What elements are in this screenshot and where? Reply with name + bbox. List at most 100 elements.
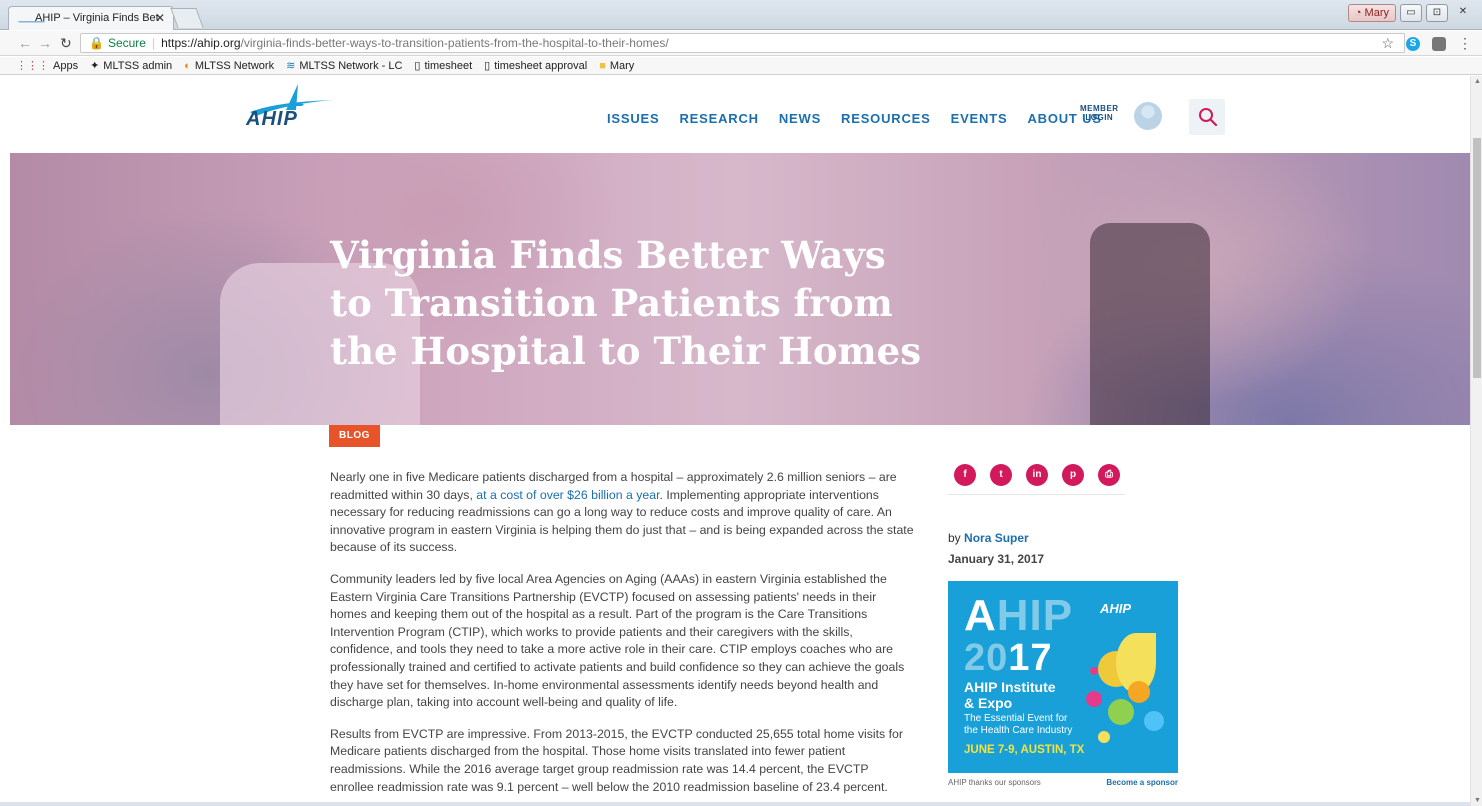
- cost-link[interactable]: at a cost of over $26 billion a year: [476, 488, 659, 502]
- hero-banner: Virginia Finds Better Ways to Transition…: [10, 153, 1470, 425]
- article-paragraph: Nearly one in five Medicare patients dis…: [330, 469, 915, 557]
- ad-tagline-line: The Essential Event for: [964, 713, 1068, 724]
- bookmark-mary[interactable]: ■ Mary: [599, 60, 634, 72]
- nav-issues[interactable]: ISSUES: [607, 111, 659, 126]
- page-scrollbar[interactable]: ▲ ▼: [1470, 76, 1482, 806]
- hero-photo-patient: [1090, 223, 1210, 425]
- blog-tag[interactable]: BLOG: [329, 425, 380, 447]
- ahip-favicon-icon: ⸻: [18, 16, 46, 28]
- ad-thanks-text: AHIP thanks our sponsors: [948, 778, 1041, 787]
- back-arrow-icon[interactable]: ←: [18, 35, 32, 51]
- page-bottom-bar: [0, 802, 1470, 806]
- forward-arrow-icon[interactable]: →: [38, 35, 52, 51]
- divider: [948, 494, 1125, 495]
- article-paragraph: Community leaders led by five local Area…: [330, 571, 905, 710]
- become-sponsor-link[interactable]: Become a sponsor: [1106, 778, 1178, 787]
- url-separator: |: [151, 36, 156, 50]
- new-tab-button[interactable]: [170, 8, 204, 28]
- apps-grid-icon: ⋮⋮⋮: [16, 60, 49, 72]
- window-controls: ◔ Mary ▭ ⊡ ✕: [1347, 4, 1474, 22]
- scroll-up-icon[interactable]: ▲: [1474, 78, 1481, 85]
- ad-decoration: [1144, 711, 1164, 731]
- ad-year-part: 1: [1008, 637, 1031, 679]
- nav-events[interactable]: EVENTS: [951, 111, 1008, 126]
- bookmark-label: timesheet: [424, 59, 473, 72]
- ad-tagline: The Essential Event for the Health Care I…: [964, 713, 1072, 737]
- article-title: Virginia Finds Better Ways to Transition…: [330, 233, 922, 373]
- ahip-logo[interactable]: AHIP: [246, 82, 336, 134]
- bookmark-label: Mary: [609, 59, 635, 72]
- folder-icon: ■: [599, 59, 606, 72]
- print-icon[interactable]: ⎙: [1098, 464, 1120, 486]
- main-nav: ISSUES RESEARCH NEWS RESOURCES EVENTS AB…: [607, 111, 1102, 126]
- facebook-icon[interactable]: f: [954, 464, 976, 486]
- scroll-down-icon[interactable]: ▼: [1474, 797, 1481, 804]
- bookmark-label: Apps: [53, 59, 79, 72]
- ad-dates: JUNE 7-9, AUSTIN, TX: [964, 744, 1085, 756]
- ad-letter: HI: [996, 591, 1043, 640]
- ad-decoration: [1086, 691, 1102, 707]
- browser-tab-bar: ⸻ AHIP – Virginia Finds Bet ✕ ◔ Mary ▭ ⊡…: [0, 0, 1482, 30]
- ad-event-name: AHIP Institute & Expo: [964, 679, 1056, 711]
- bookmark-star-icon[interactable]: ☆: [1381, 35, 1394, 52]
- toolbar-extensions: ☆ S ⋮: [1381, 35, 1472, 52]
- secure-label: Secure: [107, 36, 146, 50]
- pinterest-icon[interactable]: p: [1062, 464, 1084, 486]
- nav-resources[interactable]: RESOURCES: [841, 111, 931, 126]
- scrollbar-thumb[interactable]: [1473, 138, 1481, 378]
- ad-decoration: [1098, 731, 1110, 743]
- bookmark-mltss-network-lc[interactable]: ≋ MLTSS Network - LC: [286, 59, 403, 73]
- bookmarks-bar: ⋮⋮⋮ Apps ✦ MLTSS admin ◐ MLTSS Network ≋ MLT…: [0, 57, 1482, 75]
- window-close-button[interactable]: ✕: [1452, 4, 1474, 22]
- address-bar[interactable]: 🔒 Secure | https://ahip.org/virginia-finds-…: [80, 33, 1405, 53]
- bookmark-mltss-network[interactable]: ◐ MLTSS Network: [184, 60, 274, 72]
- bookmark-mltss-admin[interactable]: ✦ MLTSS admin: [90, 59, 173, 73]
- ad-tagline-line: the Health Care Industry: [964, 725, 1073, 736]
- profile-badge[interactable]: ◔ Mary: [1347, 4, 1396, 22]
- ad-footer: AHIP thanks our sponsors Become a sponso…: [948, 778, 1178, 787]
- reload-icon[interactable]: ↻: [60, 35, 72, 52]
- maximize-button[interactable]: ⊡: [1426, 4, 1448, 22]
- profile-name: Mary: [1364, 7, 1389, 19]
- minimize-button[interactable]: ▭: [1400, 4, 1422, 22]
- byline: by Nora Super January 31, 2017: [948, 528, 1044, 570]
- profile-icon: ◔: [1354, 7, 1362, 19]
- member-login-link[interactable]: MEMBER LOGIN: [1080, 104, 1119, 122]
- browser-tab[interactable]: ⸻ AHIP – Virginia Finds Bet ✕: [8, 6, 174, 30]
- menu-dots-icon[interactable]: ⋮: [1458, 35, 1472, 52]
- by-label: by: [948, 531, 961, 545]
- publish-date: January 31, 2017: [948, 552, 1045, 566]
- nav-research[interactable]: RESEARCH: [679, 111, 758, 126]
- bookmark-timesheet-approval[interactable]: ▯ timesheet approval: [484, 59, 587, 73]
- ahip-2017-ad[interactable]: AHIP AHIP 2017 AHIP Institute & Expo The …: [948, 581, 1178, 773]
- network-icon: ≋: [286, 60, 296, 72]
- twitter-icon[interactable]: t: [990, 464, 1012, 486]
- social-share-bar: f t in p ⎙: [954, 464, 1120, 486]
- lock-icon: 🔒: [89, 36, 104, 50]
- member-line: MEMBER: [1080, 104, 1119, 113]
- nav-news[interactable]: NEWS: [779, 111, 821, 126]
- author-link[interactable]: Nora Super: [964, 531, 1029, 545]
- ad-event-line: AHIP Institute: [964, 679, 1056, 695]
- ad-headline: AHIP: [964, 594, 1073, 638]
- ad-ahip-logo: AHIP: [1100, 601, 1132, 616]
- ad-year-part: 20: [964, 637, 1009, 679]
- ad-decoration: [1108, 699, 1134, 725]
- extension-icon[interactable]: [1432, 36, 1446, 51]
- bookmark-apps[interactable]: ⋮⋮⋮ Apps: [16, 59, 79, 73]
- login-line: LOGIN: [1085, 113, 1114, 122]
- bookmark-timesheet[interactable]: ▯ timesheet: [414, 59, 473, 73]
- bookmark-label: MLTSS Network: [194, 59, 275, 72]
- page-icon: ▯: [414, 60, 421, 72]
- member-avatar-icon[interactable]: [1134, 102, 1162, 130]
- bookmark-label: MLTSS Network - LC: [299, 59, 403, 72]
- logo-text: AHIP: [246, 108, 298, 130]
- browser-toolbar: ← → ↻ 🔒 Secure | https://ahip.org/virginia-…: [0, 31, 1482, 56]
- search-button[interactable]: [1189, 99, 1225, 135]
- skype-icon[interactable]: S: [1406, 36, 1420, 51]
- linkedin-icon[interactable]: in: [1026, 464, 1048, 486]
- tab-close-icon[interactable]: ✕: [155, 11, 165, 25]
- article-paragraph: Results from EVCTP are impressive. From …: [330, 726, 903, 794]
- ad-decoration: [1128, 681, 1150, 703]
- bookmark-label: MLTSS admin: [103, 59, 173, 72]
